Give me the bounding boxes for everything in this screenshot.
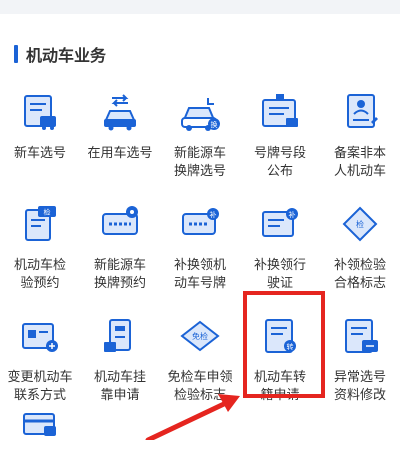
exempt-mark-icon: 免检 <box>178 314 222 358</box>
tile-card[interactable] <box>0 406 80 440</box>
card-icon <box>18 406 62 450</box>
tile-label: 免检车申领 检验标志 <box>167 369 233 402</box>
tile-label: 在用车选号 <box>87 145 153 160</box>
new-car-plate-icon <box>18 90 62 134</box>
tile-label: 新车选号 <box>13 145 66 160</box>
tile-label: 新能源车 换牌预约 <box>93 257 146 290</box>
tile-label: 号牌号段 公布 <box>253 145 306 178</box>
contact-change-icon <box>18 314 62 358</box>
plate-replace-icon: 补 <box>178 202 222 246</box>
tile-record-person[interactable]: 备案非本 人机动车 <box>320 90 400 202</box>
badge-text: 检 <box>356 219 364 229</box>
tile-new-energy-plate-booking[interactable]: 新能源车 换牌预约 <box>80 202 160 314</box>
tile-in-use-car-plate[interactable]: 在用车选号 <box>80 90 160 202</box>
tile-plate-range-board[interactable]: 号牌号段 公布 <box>240 90 320 202</box>
tile-exempt-mark[interactable]: 免检 免检车申领 检验标志 <box>160 314 240 426</box>
tile-new-car-plate[interactable]: 新车选号 <box>0 90 80 202</box>
section-header: 机动车业务 <box>14 42 106 66</box>
abnormal-plate-edit-icon <box>338 314 382 358</box>
plate-range-board-icon <box>258 90 302 134</box>
tile-label: 补换领行 驶证 <box>253 257 306 290</box>
inspection-mark-replace-icon: 检 <box>338 202 382 246</box>
badge-text: 免检 <box>192 331 208 341</box>
badge-text: 检 <box>44 208 51 217</box>
badge-text: 补 <box>289 210 296 219</box>
affiliation-apply-icon <box>98 314 142 358</box>
tile-inspection-mark-replace[interactable]: 检 补领检验 合格标志 <box>320 202 400 314</box>
tile-label: 变更机动车 联系方式 <box>7 369 73 402</box>
tile-label: 异常选号 资料修改 <box>333 369 386 402</box>
tile-abnormal-plate-edit[interactable]: 异常选号 资料修改 <box>320 314 400 426</box>
inspection-booking-icon: 检 <box>18 202 62 246</box>
tile-label: 机动车挂 靠申请 <box>93 369 146 402</box>
in-use-car-plate-icon <box>98 90 142 134</box>
section-accent-bar <box>14 45 18 63</box>
license-replace-icon: 补 <box>258 202 302 246</box>
tile-label: 补领检验 合格标志 <box>333 257 386 290</box>
new-energy-plate-booking-icon <box>98 202 142 246</box>
top-separator <box>0 0 400 14</box>
new-energy-car-icon: 换 <box>178 90 222 134</box>
tile-label: 备案非本 人机动车 <box>333 145 386 178</box>
tile-new-energy-car[interactable]: 换 新能源车 换牌选号 <box>160 90 240 202</box>
tile-affiliation-apply[interactable]: 机动车挂 靠申请 <box>80 314 160 426</box>
page: 机动车业务 新车选号 在用车选号 换 新能源车 换牌选号 号牌号段 公布 备案非… <box>0 0 400 440</box>
record-person-icon <box>338 90 382 134</box>
tile-plate-replace[interactable]: 补 补换领机 动车号牌 <box>160 202 240 314</box>
tile-inspection-booking[interactable]: 检 机动车检 验预约 <box>0 202 80 314</box>
badge-text: 换 <box>211 120 218 129</box>
tile-label: 机动车检 验预约 <box>13 257 66 290</box>
tile-label: 补换领机 动车号牌 <box>173 257 226 290</box>
tile-label: 新能源车 换牌选号 <box>173 145 226 178</box>
highlight-box <box>243 291 325 398</box>
section-title: 机动车业务 <box>26 48 107 65</box>
badge-text: 补 <box>210 210 217 219</box>
